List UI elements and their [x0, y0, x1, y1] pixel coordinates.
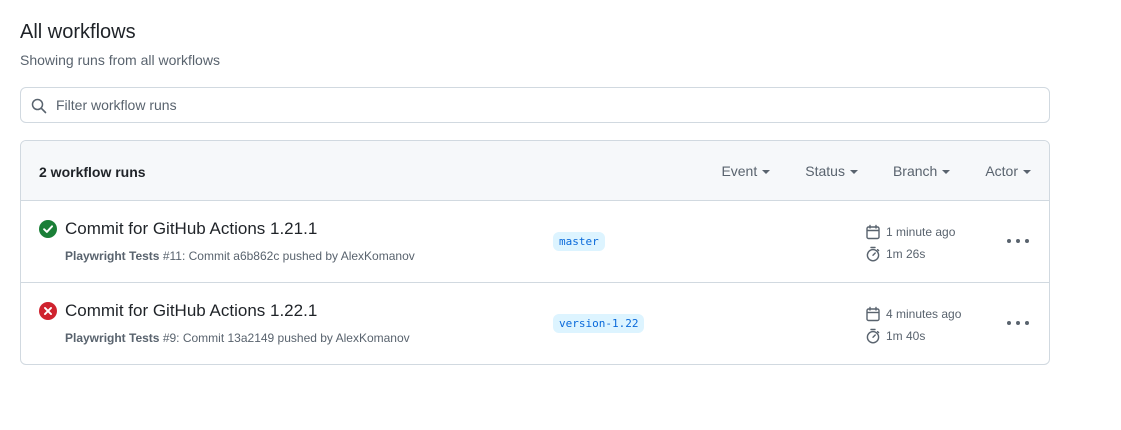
actor-filter-label: Actor: [985, 163, 1018, 179]
more-options-button[interactable]: [1004, 233, 1032, 249]
run-workflow-name: Playwright Tests: [65, 331, 160, 345]
duration-text: 1m 40s: [886, 329, 926, 343]
event-filter-label: Event: [721, 163, 758, 179]
runs-list-header: 2 workflow runs Event Status Branch Acto…: [21, 141, 1049, 201]
caret-down-icon: [849, 170, 858, 174]
x-circle-fill-icon: [39, 302, 57, 320]
kebab-horizontal-icon: [1016, 239, 1020, 243]
run-detail: #11: Commit a6b862c pushed by AlexKomano…: [159, 249, 415, 263]
calendar-icon: [866, 306, 880, 322]
run-time-ago: 1 minute ago: [865, 223, 955, 241]
run-meta: Playwright Tests #9: Commit 13a2149 push…: [65, 329, 410, 347]
kebab-horizontal-icon: [1007, 239, 1011, 243]
check-circle-fill-icon: [39, 220, 57, 238]
kebab-horizontal-icon: [1016, 321, 1020, 325]
run-duration: 1m 40s: [865, 327, 925, 345]
status-filter-dropdown[interactable]: Status: [805, 161, 858, 181]
run-time-ago: 4 minutes ago: [865, 305, 961, 323]
branch-badge[interactable]: master: [553, 232, 605, 251]
kebab-horizontal-icon: [1025, 239, 1029, 243]
actor-filter-dropdown[interactable]: Actor: [985, 161, 1031, 181]
stopwatch-icon: [866, 328, 880, 344]
branch-filter-dropdown[interactable]: Branch: [892, 161, 951, 181]
workflow-runs-list: 2 workflow runs Event Status Branch Acto…: [20, 140, 1050, 365]
run-title-link[interactable]: Commit for GitHub Actions 1.22.1: [65, 300, 317, 322]
filter-bar: Event Status Branch Actor: [686, 161, 1031, 181]
run-meta: Playwright Tests #11: Commit a6b862c pus…: [65, 247, 415, 265]
run-duration: 1m 26s: [865, 245, 925, 263]
run-workflow-name: Playwright Tests: [65, 249, 160, 263]
page-title: All workflows: [20, 21, 136, 43]
duration-text: 1m 26s: [886, 247, 926, 261]
status-filter-label: Status: [805, 163, 845, 179]
page-subtitle: Showing runs from all workflows: [20, 52, 220, 68]
time-ago-text: 4 minutes ago: [886, 307, 962, 321]
run-detail: #9: Commit 13a2149 pushed by AlexKomanov: [159, 331, 410, 345]
stopwatch-icon: [866, 246, 880, 262]
caret-down-icon: [942, 170, 951, 174]
kebab-horizontal-icon: [1007, 321, 1011, 325]
kebab-horizontal-icon: [1025, 321, 1029, 325]
event-filter-dropdown[interactable]: Event: [721, 161, 771, 181]
workflow-run-row[interactable]: Commit for GitHub Actions 1.21.1 Playwri…: [21, 201, 1049, 283]
branch-badge[interactable]: version-1.22: [553, 314, 645, 333]
search-icon: [31, 98, 47, 114]
run-title-link[interactable]: Commit for GitHub Actions 1.21.1: [65, 218, 317, 240]
workflow-run-row[interactable]: Commit for GitHub Actions 1.22.1 Playwri…: [21, 283, 1049, 364]
time-ago-text: 1 minute ago: [886, 225, 956, 239]
filter-workflow-runs-input[interactable]: [56, 88, 1036, 122]
runs-count: 2 workflow runs: [39, 164, 146, 180]
calendar-icon: [866, 224, 880, 240]
more-options-button[interactable]: [1004, 315, 1032, 331]
filter-search-box[interactable]: [20, 87, 1050, 123]
branch-filter-label: Branch: [892, 163, 938, 179]
caret-down-icon: [1023, 170, 1031, 174]
caret-down-icon: [762, 170, 771, 174]
